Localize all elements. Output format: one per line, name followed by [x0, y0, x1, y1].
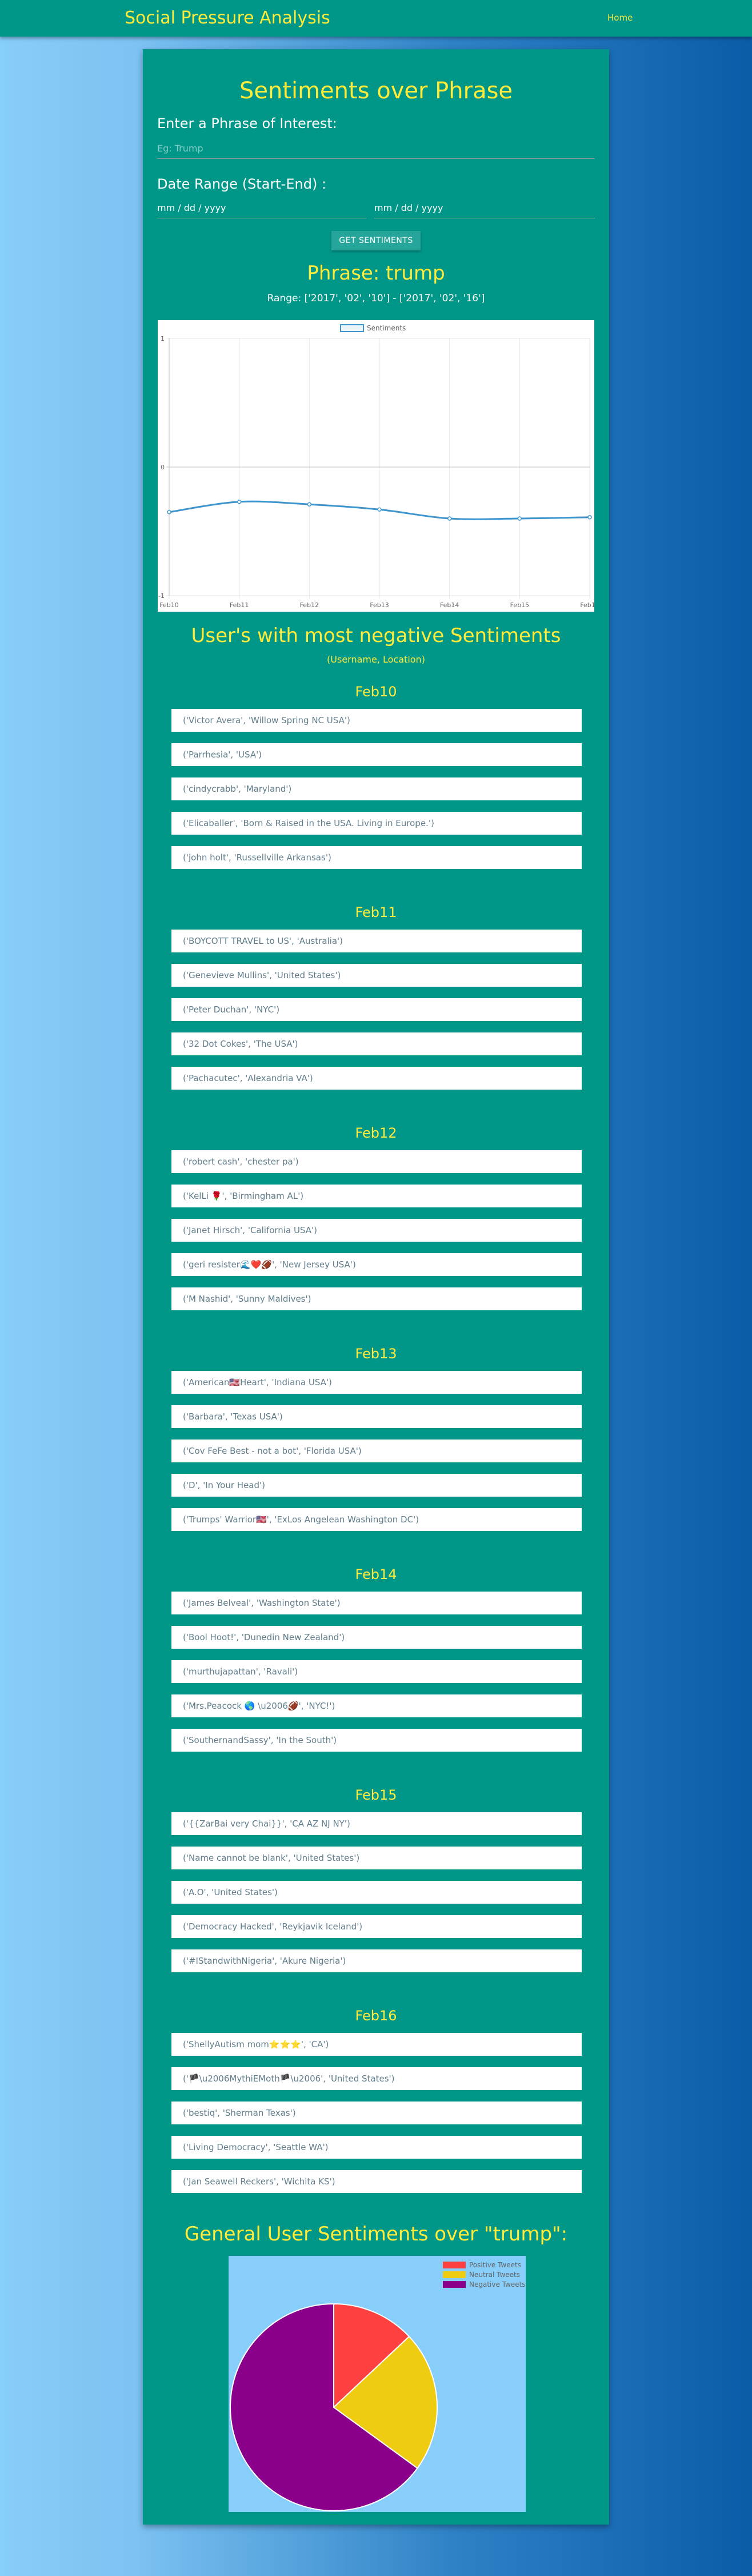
negative-user-item: ('32 Dot Cokes', 'The USA') [171, 1032, 582, 1055]
pie-legend-label: Negative Tweets [469, 2280, 526, 2288]
x-tick-label: Feb16 [580, 601, 594, 609]
sentiment-point [237, 500, 242, 504]
phrase-label: Enter a Phrase of Interest: [157, 115, 337, 131]
sentiment-line-chart: Sentiments Feb10 Feb11 Feb12 Feb13 Feb14 Feb15… [158, 320, 599, 612]
date-range-label: Date Range (Start-End) : [157, 176, 327, 192]
date-end-placeholder: mm / dd / yyyy [374, 202, 443, 213]
negative-user-item: ('Victor Avera', 'Willow Spring NC USA') [171, 709, 582, 732]
negative-user-item: ('#IStandwithNigeria', 'Akure Nigeria') [171, 1949, 582, 1972]
negative-user-item: ('Jan Seawell Reckers', 'Wichita KS') [171, 2170, 582, 2193]
y-tick-label: 0 [161, 464, 165, 471]
negative-user-item: ('murthujapattan', 'Ravali') [171, 1660, 582, 1683]
x-tick-label: Feb12 [300, 601, 319, 609]
x-tick-label: Feb13 [370, 601, 389, 609]
x-tick-label: Feb10 [159, 601, 178, 609]
negative-user-item: ('cindycrabb', 'Maryland') [171, 777, 582, 800]
phrase-heading: Phrase: trump [307, 262, 445, 285]
x-tick-label: Feb11 [230, 601, 249, 609]
negative-user-item: ('bestiq', 'Sherman Texas') [171, 2102, 582, 2124]
sentiment-point [517, 516, 522, 521]
negative-user-item: ('KelLi 🌹', 'Birmingham AL') [171, 1185, 582, 1207]
negative-user-item: ('Trumps' Warrior🇺🇸', 'ExLos Angelean Wa… [171, 1508, 582, 1531]
get-sentiments-button[interactable]: GET SENTIMENTS [331, 231, 421, 250]
pie-title: General User Sentiments over "trump": [184, 2223, 568, 2246]
negative-users-subtitle: (Username, Location) [327, 654, 425, 665]
date-start-placeholder: mm / dd / yyyy [157, 202, 226, 213]
x-tick-label: Feb15 [510, 601, 529, 609]
negative-user-item: ('American🇺🇸Heart', 'Indiana USA') [171, 1371, 582, 1394]
day-heading: Feb11 [355, 904, 397, 920]
pie-legend-swatch [443, 2281, 466, 2288]
y-tick-label: -1 [158, 592, 165, 600]
page-title: Sentiments over Phrase [239, 78, 513, 104]
negative-user-item: ('Mrs.Peacock 🌎 \u2006🏈', 'NYC!') [171, 1694, 582, 1717]
date-start-input[interactable]: mm / dd / yyyy [157, 199, 366, 218]
navbar: Social Pressure Analysis Home [0, 0, 752, 37]
negative-users-title: User's with most negative Sentiments [191, 624, 561, 647]
day-heading: Feb10 [355, 684, 397, 700]
sentiment-point [447, 516, 452, 521]
negative-user-item: ('Elicaballer', 'Born & Raised in the US… [171, 812, 582, 835]
day-heading: Feb15 [355, 1787, 397, 1803]
negative-user-item: ('Democracy Hacked', 'Reykjavik Iceland'… [171, 1915, 582, 1938]
phrase-placeholder: Eg: Trump [157, 143, 203, 154]
legend-swatch [340, 324, 364, 332]
negative-user-item: ('James Belveal', 'Washington State') [171, 1592, 582, 1614]
pie-legend-label: Neutral Tweets [469, 2271, 520, 2279]
sentiment-point [307, 502, 312, 507]
pie-chart-svg [230, 2303, 438, 2511]
phrase-input[interactable]: Eg: Trump [157, 139, 595, 159]
negative-user-item: ('Cov FeFe Best - not a bot', 'Florida U… [171, 1439, 582, 1462]
negative-user-item: ('geri resister🌊❤️🏈', 'New Jersey USA') [171, 1253, 582, 1276]
pie-legend-swatch [443, 2271, 466, 2278]
pie-legend-label: Positive Tweets [469, 2261, 521, 2269]
negative-user-item: ('Peter Duchan', 'NYC') [171, 998, 582, 1021]
sentiment-point [377, 507, 382, 512]
negative-user-item: ('robert cash', 'chester pa') [171, 1150, 582, 1173]
day-heading: Feb14 [355, 1566, 397, 1582]
negative-user-item: ('john holt', 'Russellville Arkansas') [171, 846, 582, 869]
line-chart-svg: Sentiments Feb10 Feb11 Feb12 Feb13 Feb14 Feb15… [158, 324, 599, 609]
negative-user-item: ('Parrhesia', 'USA') [171, 743, 582, 766]
day-heading: Feb16 [355, 2008, 397, 2024]
negative-user-item: ('🏴\u2006MythiEMoth🏴\u2006', 'United Sta… [171, 2067, 582, 2090]
brand-logo[interactable]: Social Pressure Analysis [125, 8, 330, 28]
date-end-input[interactable]: mm / dd / yyyy [374, 199, 595, 218]
negative-user-item: ('SouthernandSassy', 'In the South') [171, 1729, 582, 1752]
negative-user-item: ('{{ZarBai very Chai}}', 'CA AZ NJ NY') [171, 1812, 582, 1835]
sentiment-point [167, 510, 171, 515]
negative-user-item: ('Bool Hoot!', 'Dunedin New Zealand') [171, 1626, 582, 1649]
negative-user-item: ('Janet Hirsch', 'California USA') [171, 1219, 582, 1242]
day-heading: Feb13 [355, 1346, 397, 1362]
x-tick-label: Feb14 [440, 601, 459, 609]
y-tick-label: 1 [161, 335, 165, 342]
negative-user-item: ('Living Democracy', 'Seattle WA') [171, 2136, 582, 2159]
negative-user-item: ('M Nashid', 'Sunny Maldives') [171, 1287, 582, 1310]
main-card: Sentiments over Phrase Enter a Phrase of… [143, 49, 609, 2525]
legend-label: Sentiments [367, 324, 406, 332]
negative-user-item: ('Pachacutec', 'Alexandria VA') [171, 1067, 582, 1090]
nav-home-link[interactable]: Home [607, 13, 633, 23]
sentiment-pie-chart: Positive Tweets Neutral Tweets Negative Tw… [229, 2256, 526, 2512]
negative-user-item: ('D', 'In Your Head') [171, 1474, 582, 1497]
negative-user-item: ('BOYCOTT TRAVEL to US', 'Australia') [171, 930, 582, 952]
range-text: Range: ['2017', '02', '10'] - ['2017', '… [267, 293, 485, 304]
negative-user-item: ('A.O', 'United States') [171, 1881, 582, 1904]
sentiment-point [587, 515, 592, 520]
negative-user-item: ('Barbara', 'Texas USA') [171, 1405, 582, 1428]
pie-legend-swatch [443, 2262, 466, 2268]
day-heading: Feb12 [355, 1125, 397, 1141]
negative-user-item: ('Genevieve Mullins', 'United States') [171, 964, 582, 987]
negative-user-item: ('ShellyAutism mom⭐⭐⭐', 'CA') [171, 2033, 582, 2056]
negative-user-item: ('Name cannot be blank', 'United States'… [171, 1847, 582, 1869]
